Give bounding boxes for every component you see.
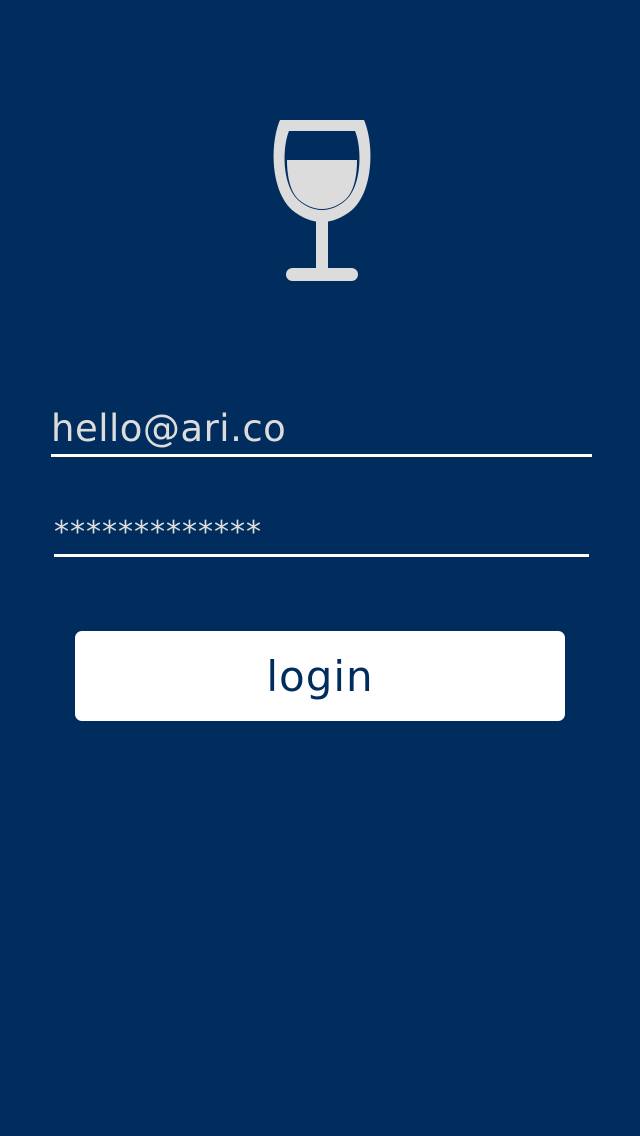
- password-input[interactable]: [54, 503, 589, 558]
- email-field[interactable]: [51, 395, 592, 458]
- password-field[interactable]: [54, 503, 589, 558]
- wine-glass-icon: [273, 120, 371, 281]
- email-input[interactable]: [51, 395, 592, 458]
- login-screen: login: [0, 0, 640, 1136]
- login-button[interactable]: login: [75, 631, 565, 721]
